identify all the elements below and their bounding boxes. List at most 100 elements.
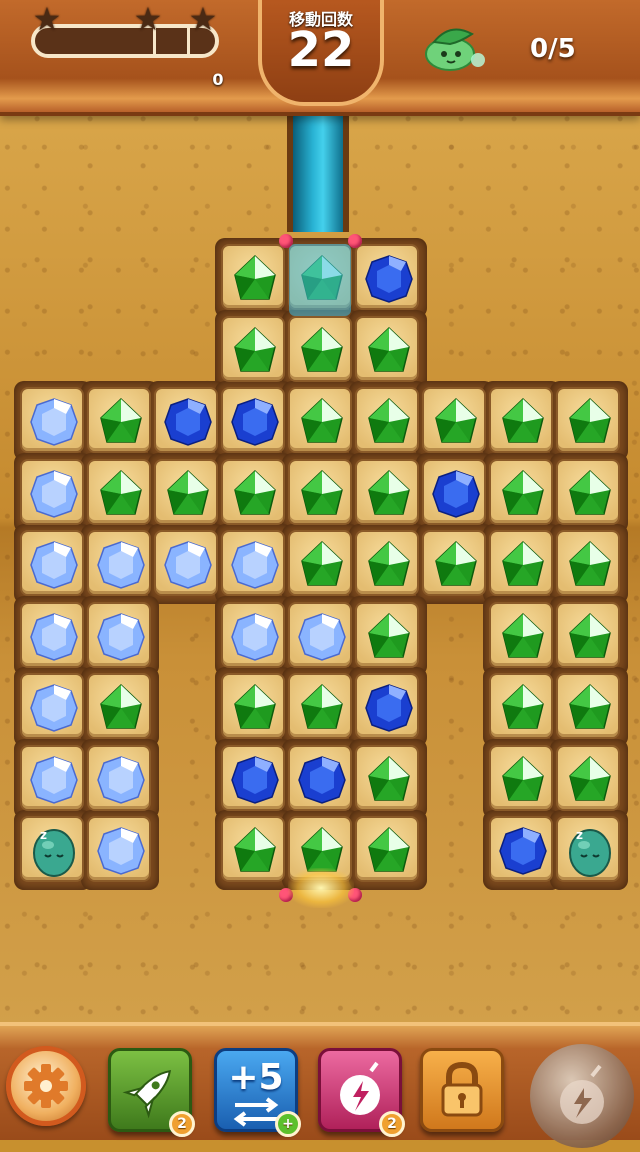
green-gem-icon <box>569 683 611 729</box>
board-tile-green-gem[interactable] <box>288 530 352 596</box>
padlock-icon <box>441 1061 483 1117</box>
board-tile-green-gem[interactable] <box>221 816 285 882</box>
green-gem-icon <box>502 540 544 586</box>
light-blue-gem-icon <box>97 541 145 589</box>
blue-gem-icon <box>298 755 346 804</box>
blue-gem-icon <box>164 398 212 446</box>
board-tile-green-gem[interactable] <box>489 458 553 525</box>
board-tile-green-gem[interactable] <box>355 816 419 882</box>
board-tile-light-blue-gem[interactable] <box>87 816 151 882</box>
rocket-count-badge: 2 <box>169 1111 195 1137</box>
light-blue-gem-icon <box>231 612 279 661</box>
board-tile-blue-gem[interactable] <box>489 816 553 882</box>
green-gem-icon <box>301 469 343 515</box>
board-tile-blue-gem[interactable] <box>154 387 218 453</box>
board-tile-green-gem[interactable] <box>221 244 285 310</box>
green-gem-icon <box>569 755 611 801</box>
board-tile-green-gem[interactable] <box>422 530 486 596</box>
board-tile-green-gem[interactable] <box>556 601 620 668</box>
plus5-add-badge: + <box>275 1111 301 1137</box>
board-tile-green-gem[interactable] <box>556 458 620 525</box>
board-tile-blue-gem[interactable] <box>422 458 486 525</box>
rocket-booster-button[interactable]: 2 <box>108 1048 195 1137</box>
board-tile-sleeping-egg[interactable]: z <box>556 816 620 882</box>
board-tile-blue-gem[interactable] <box>221 387 285 453</box>
board-tile-green-gem[interactable] <box>154 458 218 525</box>
board-tile-green-gem[interactable] <box>288 315 352 382</box>
board-tile-green-gem[interactable] <box>355 530 419 596</box>
board-tile-light-blue-gem[interactable] <box>20 458 84 525</box>
board-tile-green-gem[interactable] <box>288 673 352 739</box>
board-tile-light-blue-gem[interactable] <box>154 530 218 596</box>
light-blue-gem-icon <box>30 541 78 589</box>
board-tile-light-blue-gem[interactable] <box>20 387 84 453</box>
board-tile-green-gem[interactable] <box>87 387 151 453</box>
lightning-bomb-count-badge: 2 <box>379 1111 405 1137</box>
board-tile-light-blue-gem[interactable] <box>87 530 151 596</box>
light-blue-gem-icon <box>97 612 145 661</box>
star-1-icon: ★ <box>32 0 62 38</box>
green-gem-icon <box>234 254 276 300</box>
board-tile-green-gem[interactable] <box>288 387 352 453</box>
light-blue-gem-icon <box>30 755 78 804</box>
board-tile-green-gem[interactable] <box>489 601 553 668</box>
locked-booster-slot[interactable] <box>420 1048 504 1132</box>
moves-value: 22 <box>287 22 355 78</box>
star-3-icon: ★ <box>188 0 218 38</box>
lightning-bomb-booster-button[interactable]: 2 <box>318 1048 405 1137</box>
board-tile-green-gem[interactable] <box>355 315 419 382</box>
board-tile-green-gem[interactable] <box>221 315 285 382</box>
board-tile-light-blue-gem[interactable] <box>20 744 84 811</box>
board-tile-light-blue-gem[interactable] <box>20 673 84 739</box>
green-gem-icon <box>301 397 343 443</box>
board-tile-green-gem[interactable] <box>489 744 553 811</box>
board-tile-light-blue-gem[interactable] <box>87 601 151 668</box>
goal-counter: 0/5 <box>530 34 576 64</box>
green-gem-icon <box>435 397 477 443</box>
board-tile-green-gem[interactable] <box>221 458 285 525</box>
board-tile-green-gem[interactable] <box>87 673 151 739</box>
blue-gem-icon <box>231 755 279 804</box>
plus5-moves-booster-button[interactable]: +5 + <box>214 1048 301 1137</box>
board-tile-green-gem[interactable] <box>87 458 151 525</box>
board-tile-light-blue-gem[interactable] <box>221 530 285 596</box>
green-gem-icon <box>234 326 276 372</box>
board-tile-green-gem[interactable] <box>556 387 620 453</box>
board-tile-blue-gem[interactable] <box>355 673 419 739</box>
board-tile-green-gem[interactable] <box>355 387 419 453</box>
board-tile-green-gem[interactable] <box>489 673 553 739</box>
board-tile-green-gem[interactable] <box>489 530 553 596</box>
water-pipe <box>287 112 349 232</box>
light-blue-gem-icon <box>30 469 78 518</box>
board-tile-blue-gem[interactable] <box>288 744 352 811</box>
booster-bar: 2 +5 + 2 <box>0 1022 640 1148</box>
green-gem-icon <box>502 755 544 801</box>
board-tile-green-gem[interactable] <box>355 458 419 525</box>
board-tile-green-gem[interactable] <box>556 673 620 739</box>
green-gem-icon <box>569 540 611 586</box>
board-tile-green-gem[interactable] <box>556 530 620 596</box>
board-tile-green-gem[interactable] <box>355 601 419 668</box>
board-tile-blue-gem[interactable] <box>355 244 419 310</box>
board-tile-green-gem[interactable] <box>221 673 285 739</box>
board-tile-sleeping-egg[interactable]: z <box>20 816 84 882</box>
board-tile-light-blue-gem[interactable] <box>20 601 84 668</box>
exit-sparkle <box>288 868 354 908</box>
bomb-booster-button[interactable] <box>530 1044 634 1148</box>
board-tile-green-gem[interactable] <box>355 744 419 811</box>
board-tile-green-gem[interactable] <box>556 744 620 811</box>
light-blue-gem-icon <box>164 541 212 589</box>
board-tile-light-blue-gem[interactable] <box>221 601 285 668</box>
board-tile-blue-gem[interactable] <box>221 744 285 811</box>
green-gem-icon <box>368 397 410 443</box>
blue-gem-icon <box>432 469 480 518</box>
board-tile-green-gem[interactable] <box>288 458 352 525</box>
board-tile-green-gem[interactable] <box>489 387 553 453</box>
settings-button[interactable] <box>6 1046 86 1126</box>
board-tile-light-blue-gem[interactable] <box>288 601 352 668</box>
green-gem-icon <box>368 540 410 586</box>
green-gem-icon <box>301 540 343 586</box>
board-tile-light-blue-gem[interactable] <box>20 530 84 596</box>
board-tile-green-gem[interactable] <box>422 387 486 453</box>
board-tile-light-blue-gem[interactable] <box>87 744 151 811</box>
